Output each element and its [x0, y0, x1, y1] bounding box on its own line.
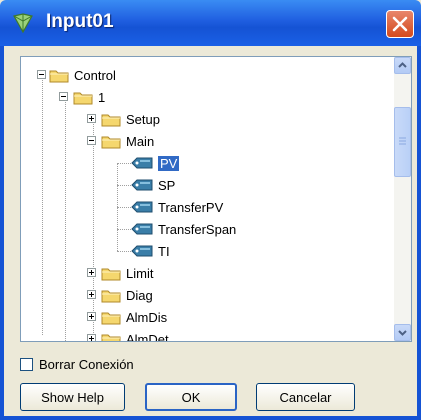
tree-node[interactable]: 1 — [73, 86, 105, 108]
tree-node-label: AlmDis — [126, 309, 168, 325]
folder-icon — [101, 334, 121, 341]
tree-node-label: PV — [158, 155, 180, 171]
tree-node[interactable]: AlmDet — [101, 328, 169, 342]
tree-node[interactable]: SP — [131, 174, 175, 196]
tree-node-label: TI — [158, 243, 170, 259]
tree-node[interactable]: TI — [131, 240, 170, 262]
cancel-button[interactable]: Cancelar — [256, 383, 355, 411]
tree-node-label: TransferSpan — [158, 221, 237, 237]
chevron-up-icon — [398, 62, 407, 68]
tree-node-label: Limit — [126, 265, 154, 281]
window-border-right — [417, 46, 421, 420]
expand-icon[interactable] — [87, 334, 96, 341]
tree-node[interactable]: TransferSpan — [131, 218, 236, 240]
folder-icon — [101, 114, 121, 126]
tag-icon — [131, 157, 153, 169]
tree-node-label: Diag — [126, 287, 153, 303]
close-button[interactable] — [386, 10, 414, 38]
tree-node-label: Control — [74, 67, 116, 83]
folder-icon — [101, 268, 121, 280]
ok-button[interactable]: OK — [145, 383, 237, 411]
scroll-up-button[interactable] — [394, 57, 411, 74]
chevron-down-icon — [398, 330, 407, 336]
vertical-scrollbar[interactable] — [394, 57, 411, 341]
tree-guide — [93, 119, 94, 341]
title-bar[interactable]: Input01 — [0, 0, 421, 46]
collapse-icon[interactable] — [37, 70, 46, 79]
folder-icon — [73, 92, 93, 104]
clear-connection-option[interactable]: Borrar Conexión — [20, 356, 134, 372]
tag-icon — [131, 245, 153, 257]
component-icon — [13, 13, 33, 34]
folder-icon — [49, 70, 69, 82]
tree-node-label: Main — [126, 133, 155, 149]
tree-guide — [65, 97, 66, 341]
tree-node[interactable]: TransferPV — [131, 196, 223, 218]
tree-node-label: AlmDet — [126, 331, 169, 342]
tree-node[interactable]: AlmDis — [101, 306, 167, 328]
folder-icon — [101, 312, 121, 324]
expand-icon[interactable] — [87, 312, 96, 321]
grip-icon — [399, 137, 406, 145]
tree-node[interactable]: Control — [49, 64, 116, 86]
clear-connection-label: Borrar Conexión — [39, 356, 134, 372]
collapse-icon[interactable] — [59, 92, 68, 101]
tree-node[interactable]: Setup — [101, 108, 160, 130]
tree-node[interactable]: Main — [101, 130, 154, 152]
expand-icon[interactable] — [87, 268, 96, 277]
tag-icon — [131, 201, 153, 213]
clear-connection-checkbox[interactable] — [20, 357, 33, 371]
dialog-window: Input01 Control 1 Setup Main PV SP TransferPV T… — [0, 0, 421, 420]
tree-node-label: SP — [158, 177, 176, 193]
expand-icon[interactable] — [87, 114, 96, 123]
collapse-icon[interactable] — [87, 136, 96, 145]
show-help-button[interactable]: Show Help — [20, 383, 125, 411]
tree-guide — [42, 75, 43, 335]
tree-node-label: 1 — [98, 89, 106, 105]
tree-node[interactable]: Limit — [101, 262, 153, 284]
scroll-down-button[interactable] — [394, 324, 411, 341]
window-border-bottom — [0, 416, 421, 420]
folder-icon — [101, 136, 121, 148]
tree-node[interactable]: PV — [131, 152, 180, 174]
expand-icon[interactable] — [87, 290, 96, 299]
close-icon — [392, 16, 408, 32]
window-border-left — [0, 46, 4, 420]
folder-icon — [101, 290, 121, 302]
window-title: Input01 — [46, 11, 114, 32]
tree-node-label: TransferPV — [158, 199, 224, 215]
scroll-thumb[interactable] — [394, 107, 411, 177]
tag-icon — [131, 223, 153, 235]
tree-node-label: Setup — [126, 111, 160, 127]
tree-view[interactable]: Control 1 Setup Main PV SP TransferPV TransferS… — [20, 56, 412, 342]
tree-node[interactable]: Diag — [101, 284, 153, 306]
tag-icon — [131, 179, 153, 191]
